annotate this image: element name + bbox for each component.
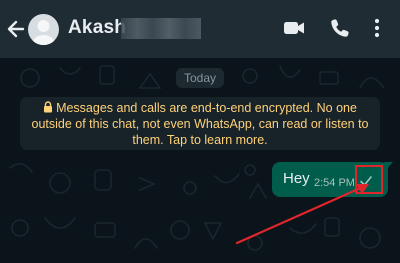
voice-call-icon[interactable] [330, 18, 350, 43]
video-call-icon[interactable] [283, 18, 305, 43]
annotation-arrow [235, 184, 369, 245]
chat-area[interactable]: Today Messages and calls are end-to-end … [0, 58, 400, 263]
back-arrow-icon[interactable] [5, 16, 27, 42]
redacted-surname [121, 18, 201, 39]
more-options-icon[interactable] [373, 18, 381, 43]
contact-name[interactable]: Akash [68, 17, 126, 39]
chat-header: Akash [0, 0, 400, 58]
avatar[interactable] [28, 14, 59, 45]
